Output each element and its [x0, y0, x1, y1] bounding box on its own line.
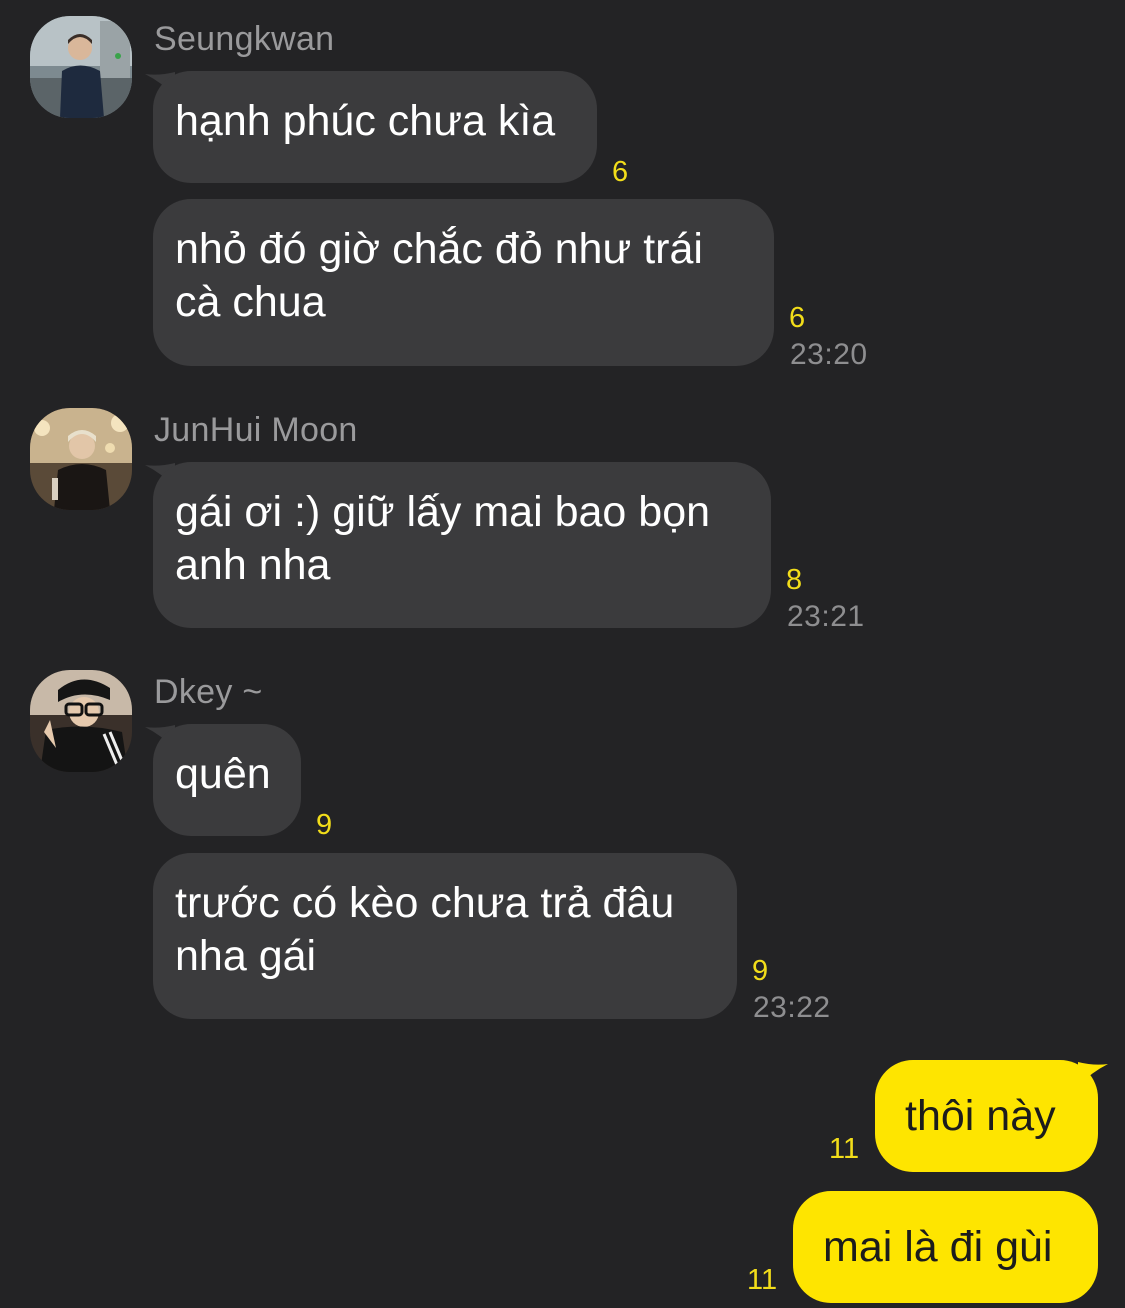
unread-count: 9 [752, 955, 769, 987]
unread-count: 6 [789, 302, 806, 334]
my-message-bubble[interactable]: mai là đi gùi [793, 1191, 1098, 1303]
avatar-seungkwan[interactable] [30, 16, 132, 118]
unread-count: 9 [316, 809, 333, 841]
message-bubble[interactable]: gái ơi :) giữ lấy mai bao bọn anh nha [153, 462, 771, 628]
message-bubble[interactable]: quên [153, 724, 301, 836]
message-timestamp: 23:20 [790, 338, 868, 371]
sender-name: JunHui Moon [154, 411, 358, 449]
sender-name: Seungkwan [154, 20, 335, 58]
chat-conversation: Seungkwan hạnh phúc chưa kìa 6 nhỏ đó gi… [0, 0, 1125, 1308]
message-text: thôi này [905, 1092, 1056, 1140]
sender-name: Dkey ~ [154, 673, 263, 711]
message-text: trước có kèo chưa trả đâu nha gái [175, 879, 675, 980]
message-text: nhỏ đó giờ chắc đỏ như trái cà chua [175, 225, 703, 326]
avatar-dkey[interactable] [30, 670, 132, 772]
unread-count: 8 [786, 564, 803, 596]
message-bubble[interactable]: nhỏ đó giờ chắc đỏ như trái cà chua [153, 199, 774, 366]
message-bubble[interactable]: hạnh phúc chưa kìa [153, 71, 597, 183]
message-text: gái ơi :) giữ lấy mai bao bọn anh nha [175, 488, 711, 589]
my-message-bubble[interactable]: thôi này [875, 1060, 1098, 1172]
message-text: hạnh phúc chưa kìa [175, 97, 556, 145]
unread-count: 6 [612, 156, 629, 188]
message-text: quên [175, 750, 271, 798]
message-timestamp: 23:22 [753, 991, 831, 1024]
unread-count: 11 [829, 1133, 860, 1165]
unread-count: 11 [747, 1264, 778, 1296]
avatar-junhui-moon[interactable] [30, 408, 132, 510]
message-bubble[interactable]: trước có kèo chưa trả đâu nha gái [153, 853, 737, 1019]
message-timestamp: 23:21 [787, 600, 865, 633]
message-text: mai là đi gùi [823, 1223, 1053, 1271]
